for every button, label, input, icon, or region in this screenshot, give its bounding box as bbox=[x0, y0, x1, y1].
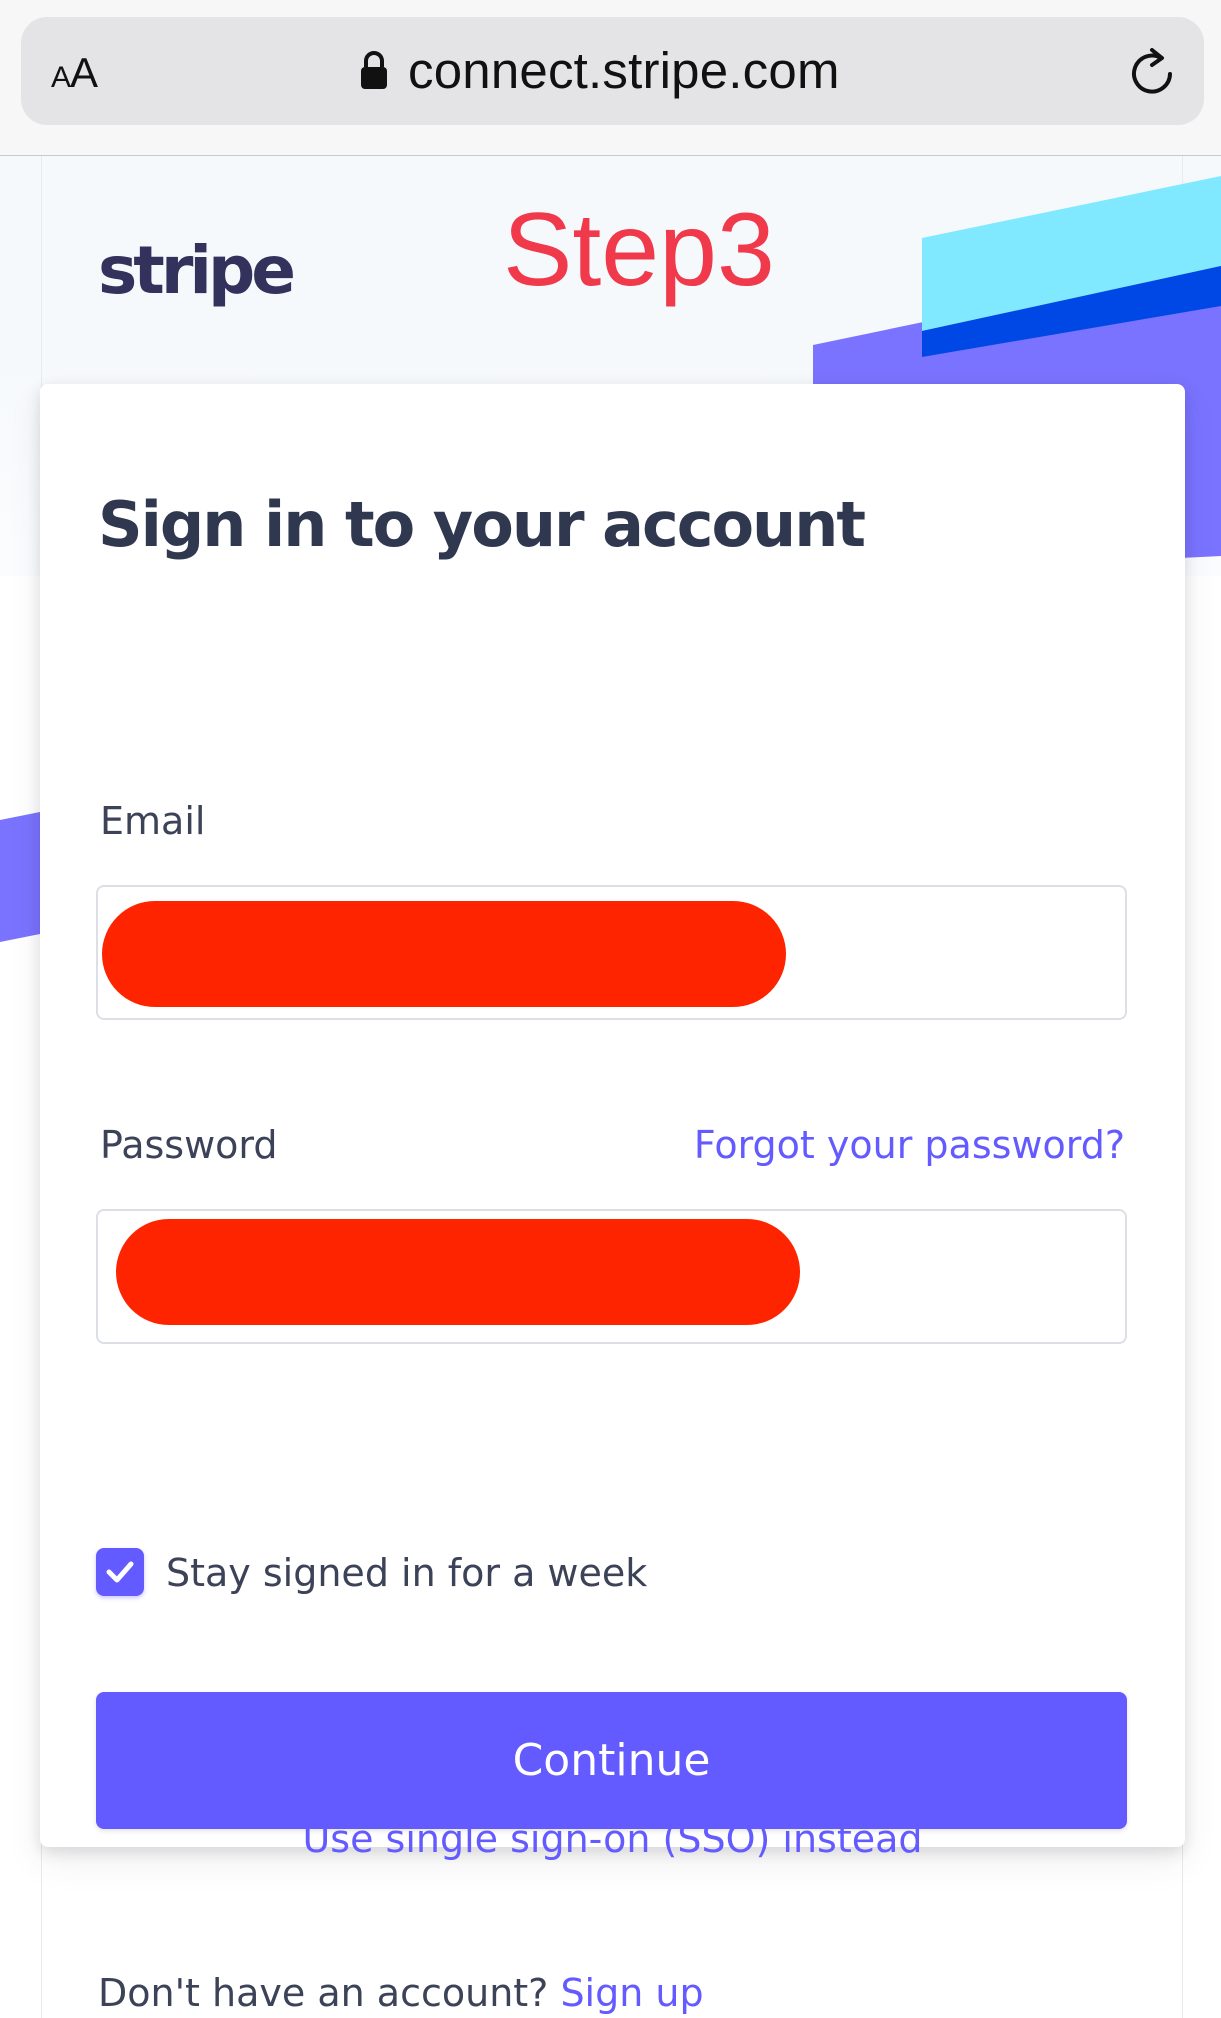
signup-row: Don't have an account? Sign up bbox=[98, 1974, 704, 2012]
password-label: Password bbox=[100, 1123, 278, 1167]
browser-chrome: AA connect.stripe.com bbox=[0, 0, 1221, 156]
reload-icon[interactable] bbox=[1128, 46, 1176, 98]
sso-link[interactable]: Use single sign-on (SSO) instead bbox=[40, 1820, 1185, 1858]
password-field[interactable] bbox=[96, 1209, 1127, 1344]
text-size-button[interactable]: AA bbox=[51, 49, 98, 96]
lock-icon bbox=[360, 50, 388, 90]
email-redaction bbox=[102, 901, 786, 1007]
step-annotation: Step3 bbox=[503, 192, 775, 308]
url-text: connect.stripe.com bbox=[408, 41, 840, 99]
no-account-text: Don't have an account? bbox=[98, 1971, 549, 2015]
forgot-password-link[interactable]: Forgot your password? bbox=[694, 1126, 1125, 1164]
page-body: stripe Step3 Sign in to your account Ema… bbox=[0, 156, 1221, 2018]
text-size-small-a: A bbox=[51, 61, 71, 94]
stay-signed-in-checkbox[interactable] bbox=[96, 1548, 144, 1596]
email-label: Email bbox=[100, 799, 206, 843]
purple-stripe-left bbox=[0, 812, 40, 942]
email-field[interactable] bbox=[96, 885, 1127, 1020]
url-display[interactable]: connect.stripe.com bbox=[360, 40, 840, 100]
signin-card: Sign in to your account Email Password F… bbox=[40, 384, 1185, 1858]
stay-signed-in-label[interactable]: Stay signed in for a week bbox=[166, 1554, 647, 1592]
checkmark-icon bbox=[106, 1561, 134, 1583]
stripe-logo: stripe bbox=[98, 232, 296, 309]
signup-link[interactable]: Sign up bbox=[560, 1971, 703, 2015]
text-size-large-a: A bbox=[70, 49, 98, 96]
page-title: Sign in to your account bbox=[98, 488, 866, 561]
continue-button[interactable]: Continue bbox=[96, 1692, 1127, 1829]
password-redaction bbox=[116, 1219, 800, 1325]
